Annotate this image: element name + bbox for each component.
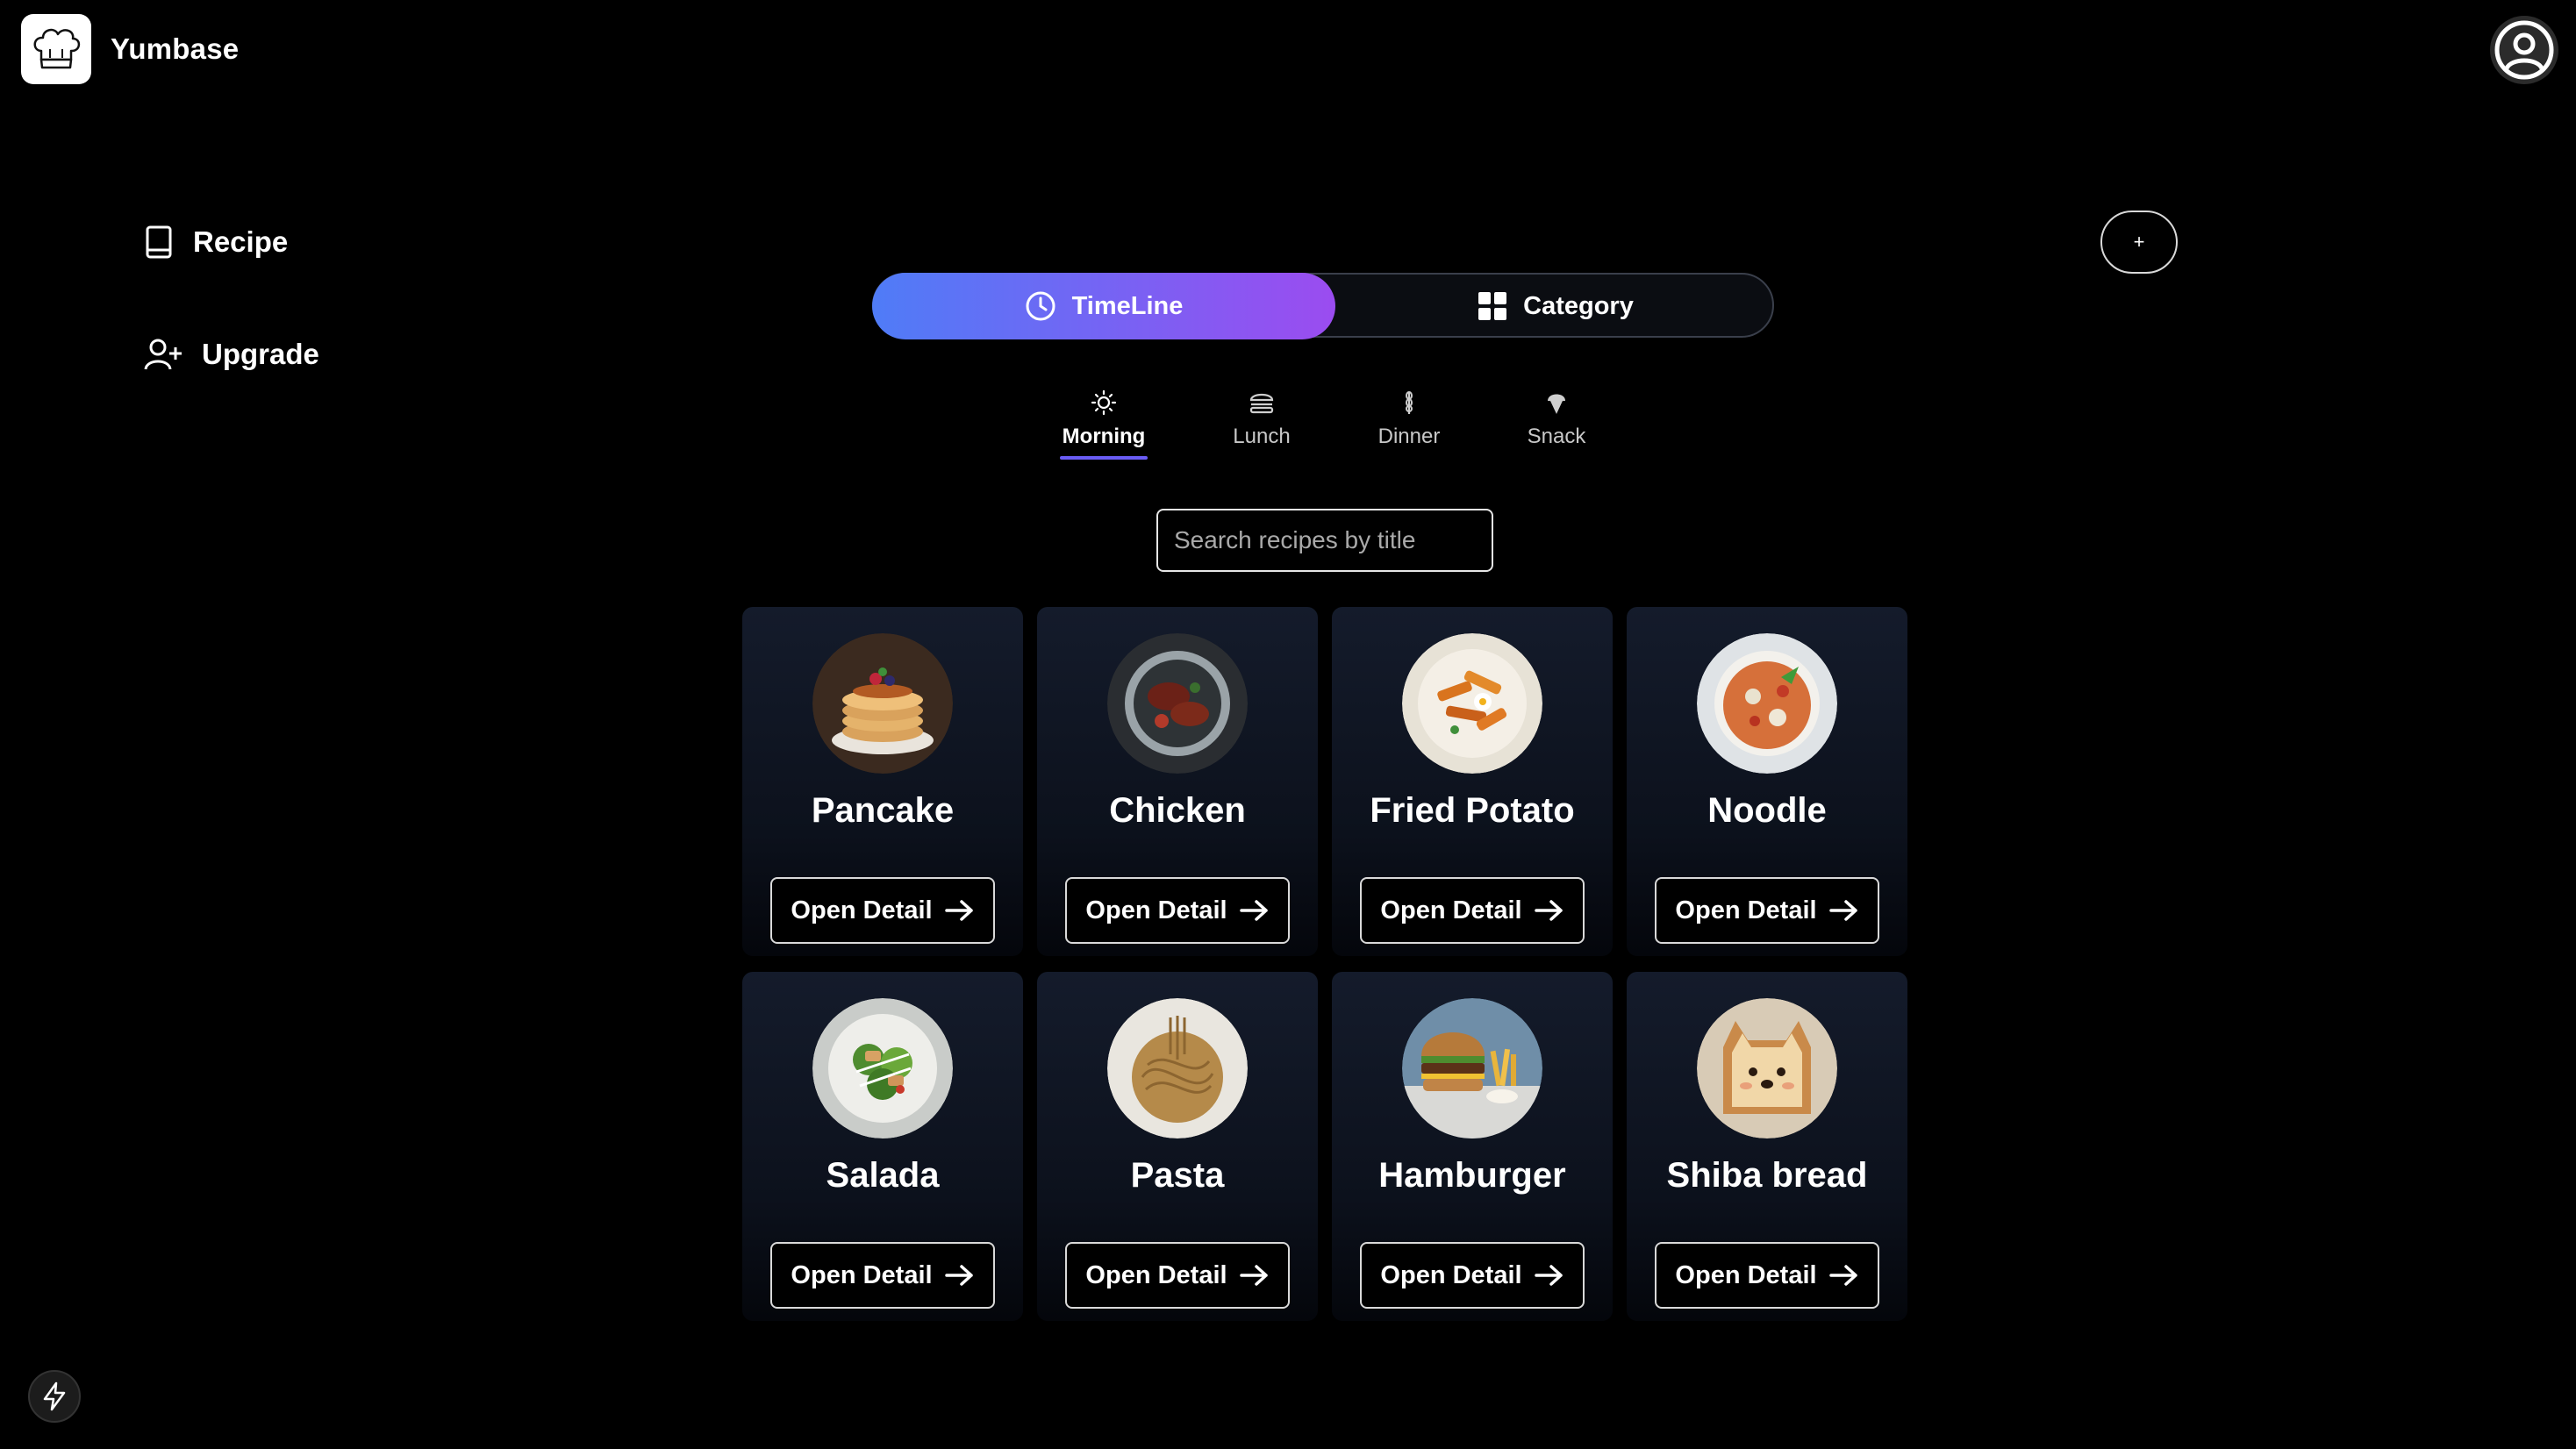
button-label: Open Detail: [1380, 1260, 1522, 1289]
recipe-title: Shiba bread: [1666, 1156, 1868, 1195]
button-label: Open Detail: [791, 896, 933, 924]
fried-potato-image: [1402, 633, 1542, 774]
sidebar-item-recipe[interactable]: Recipe: [144, 225, 288, 260]
user-circle-icon: [2494, 20, 2554, 80]
open-detail-button[interactable]: Open Detail: [1065, 877, 1290, 944]
button-label: Open Detail: [791, 1260, 933, 1289]
tab-snack[interactable]: Snack: [1508, 389, 1605, 460]
toggle-category[interactable]: Category: [1335, 273, 1776, 339]
view-toggle: TimeLine Category: [872, 273, 1776, 339]
dev-tools-button[interactable]: [28, 1370, 81, 1423]
recipe-card-chicken: Chicken Open Detail: [1037, 607, 1318, 956]
open-detail-button[interactable]: Open Detail: [1655, 877, 1879, 944]
tab-label: Lunch: [1233, 425, 1291, 448]
app-name: Yumbase: [111, 32, 240, 65]
clock-icon: [1026, 291, 1055, 321]
button-label: Open Detail: [1380, 896, 1522, 924]
chicken-image: [1107, 633, 1248, 774]
recipe-card-pasta: Pasta Open Detail: [1037, 972, 1318, 1321]
recipe-title: Fried Potato: [1370, 791, 1575, 830]
tab-dinner[interactable]: Dinner: [1361, 389, 1457, 460]
sidebar-item-label: Upgrade: [202, 338, 319, 370]
hamburger-image: [1402, 998, 1542, 1138]
arrow-right-icon: [944, 1265, 973, 1286]
tab-label: Snack: [1527, 425, 1586, 448]
open-detail-button[interactable]: Open Detail: [1360, 877, 1585, 944]
button-label: Open Detail: [1085, 1260, 1227, 1289]
open-detail-button[interactable]: Open Detail: [770, 877, 995, 944]
tab-morning[interactable]: Morning: [1055, 389, 1152, 460]
noodle-image: [1697, 633, 1837, 774]
lightning-bolt-icon: [43, 1381, 66, 1411]
chef-hat-logo-icon: [21, 14, 91, 84]
recipe-card-fried-potato: Fried Potato Open Detail: [1332, 607, 1613, 956]
recipe-card-hamburger: Hamburger Open Detail: [1332, 972, 1613, 1321]
wheat-icon: [1406, 391, 1413, 414]
tab-label: Morning: [1062, 425, 1146, 448]
open-detail-button[interactable]: Open Detail: [770, 1242, 995, 1309]
arrow-right-icon: [944, 900, 973, 921]
search-input[interactable]: [1156, 509, 1493, 572]
recipe-title: Chicken: [1109, 791, 1246, 830]
ice-cream-icon: [1548, 394, 1565, 414]
pasta-image: [1107, 998, 1248, 1138]
sidebar-item-label: Recipe: [193, 225, 289, 258]
app-root: Yumbase Recipe Upgrade + TimeLine Catego…: [0, 0, 2576, 1449]
recipe-title: Hamburger: [1378, 1156, 1566, 1195]
grid-icon: [1478, 292, 1507, 320]
sun-icon: [1091, 389, 1117, 416]
brand[interactable]: Yumbase: [21, 14, 239, 84]
shiba-bread-image: [1697, 998, 1837, 1138]
recipe-card-shiba-bread: Shiba bread Open Detail: [1627, 972, 1907, 1321]
pancake-image: [812, 633, 953, 774]
tab-label: Dinner: [1377, 425, 1441, 448]
sidebar-item-upgrade[interactable]: Upgrade: [144, 337, 319, 372]
recipe-title: Pasta: [1130, 1156, 1225, 1195]
recipe-card-pancake: Pancake Open Detail: [742, 607, 1023, 956]
arrow-right-icon: [1828, 900, 1857, 921]
recipe-title: Salada: [826, 1156, 940, 1195]
open-detail-button[interactable]: Open Detail: [1065, 1242, 1290, 1309]
arrow-right-icon: [1534, 900, 1563, 921]
tab-lunch[interactable]: Lunch: [1213, 389, 1310, 460]
recipe-title: Pancake: [811, 791, 955, 830]
button-label: Open Detail: [1675, 896, 1817, 924]
open-detail-button[interactable]: Open Detail: [1360, 1242, 1585, 1309]
recipe-title: Noodle: [1707, 791, 1827, 830]
toggle-label: TimeLine: [1071, 291, 1184, 320]
toggle-label: Category: [1523, 291, 1634, 320]
burger-icon: [1249, 393, 1274, 414]
button-label: Open Detail: [1675, 1260, 1817, 1289]
recipe-card-noodle: Noodle Open Detail: [1627, 607, 1907, 956]
arrow-right-icon: [1239, 900, 1268, 921]
button-label: Open Detail: [1085, 896, 1227, 924]
toggle-timeline[interactable]: TimeLine: [872, 273, 1335, 339]
arrow-right-icon: [1239, 1265, 1268, 1286]
arrow-right-icon: [1828, 1265, 1857, 1286]
arrow-right-icon: [1534, 1265, 1563, 1286]
recipe-card-salada: Salada Open Detail: [742, 972, 1023, 1321]
book-icon: [146, 225, 172, 259]
add-recipe-button[interactable]: +: [2100, 211, 2178, 274]
account-button[interactable]: [2490, 16, 2558, 84]
user-plus-icon: [144, 339, 182, 370]
open-detail-button[interactable]: Open Detail: [1655, 1242, 1879, 1309]
salada-image: [812, 998, 953, 1138]
